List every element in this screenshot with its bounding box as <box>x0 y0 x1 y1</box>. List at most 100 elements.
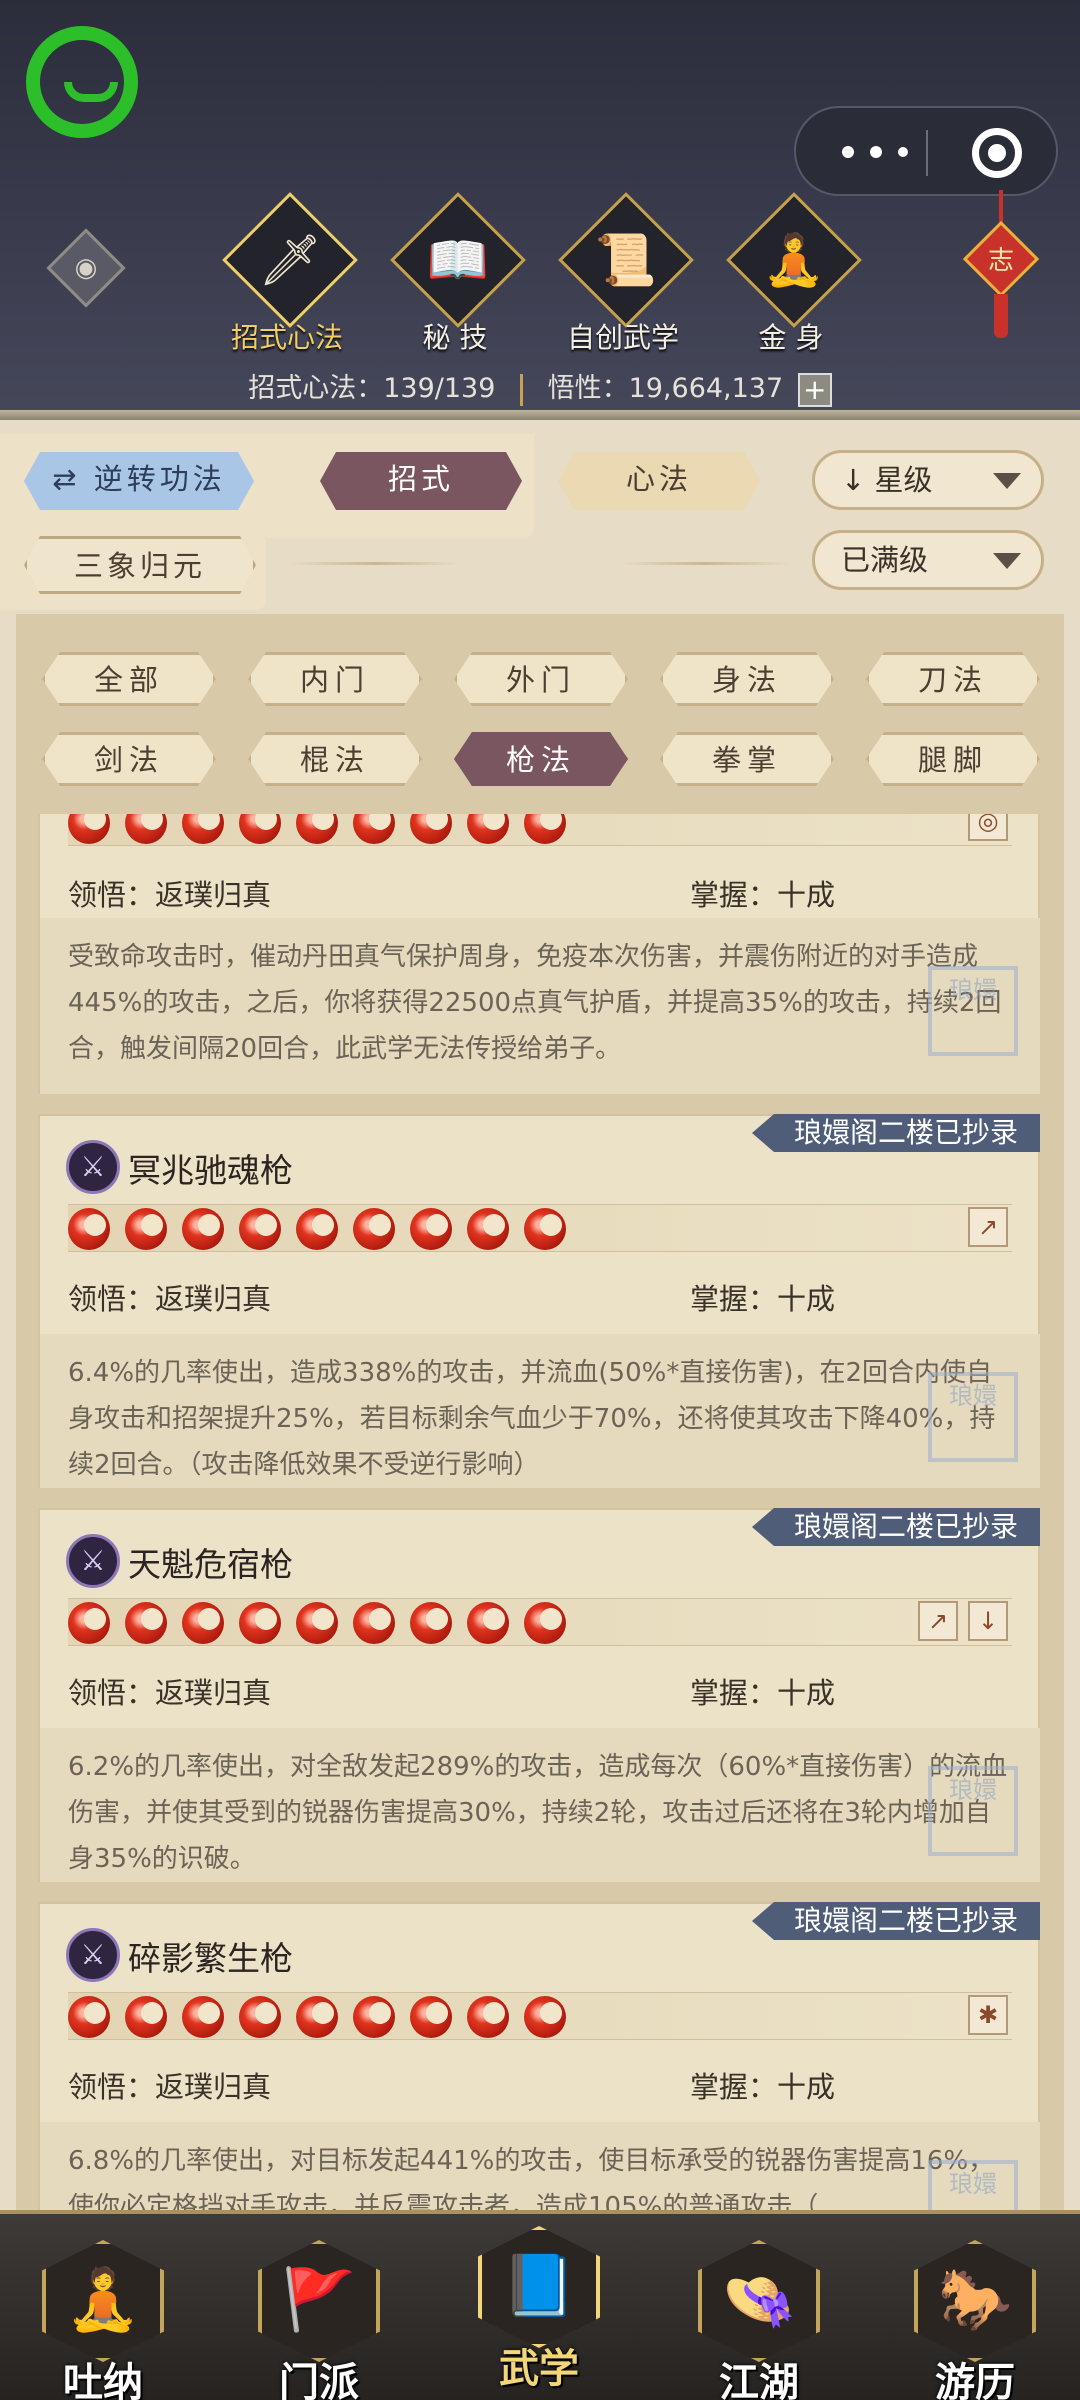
spear-type-icon: ↗ <box>918 1601 958 1641</box>
spear-skill-icon: ⚔ <box>66 1534 120 1588</box>
category-inner[interactable]: 内门 <box>248 652 422 706</box>
close-target-icon[interactable] <box>972 128 1022 178</box>
seal-stamp: 琅嬛 <box>928 966 1018 1056</box>
nav-label: 江湖 <box>719 2359 799 2400</box>
swap-icon: ⇄ <box>52 462 94 496</box>
sword-type-icon: ↓ <box>968 1601 1008 1641</box>
skill-card[interactable]: ◎ 领悟：返璞归真 掌握：十成 受致命攻击时，催动丹田真气保护周身，免疫本次伤害… <box>38 814 1040 1094</box>
star-rating: ↗ <box>68 1204 1012 1252</box>
nav-sect[interactable]: 🚩 门派 <box>254 2230 384 2400</box>
seal-stamp: 琅嬛 <box>928 2160 1018 2210</box>
category-sword[interactable]: 剑法 <box>42 732 216 786</box>
nav-label: 武学 <box>499 2345 579 2392</box>
skill-name: 天魁危宿枪 <box>128 1545 293 1584</box>
category-outer[interactable]: 外门 <box>454 652 628 706</box>
skill-card[interactable]: 琅嬛阁二楼已抄录 ⚔ 冥兆驰魂枪 ↗ 领悟：返璞归真 掌握：十成 6.4%的几率… <box>38 1114 1040 1488</box>
copied-badge: 琅嬛阁二楼已抄录 <box>751 1902 1040 1940</box>
seal-stamp: 琅嬛 <box>928 1766 1018 1856</box>
sort-down-icon: ↓ <box>841 463 866 497</box>
nav-martial-arts[interactable]: 📘 武学 <box>474 2216 604 2392</box>
skill-description: 6.2%的几率使出，对全敌发起289%的攻击，造成每次（60%*直接伤害）的流血… <box>40 1728 1040 1882</box>
book-icon: 📘 <box>501 2251 577 2321</box>
header: ◉ 🗡 招式心法 📖 秘 技 📜 自创武学 🧘 金 身 志 招式心法：139/1… <box>0 0 1080 420</box>
chevron-down-icon <box>993 473 1021 489</box>
insight-value: 悟性：19,664,137 <box>547 373 784 404</box>
mastery-label: 掌握：十成 <box>690 878 836 912</box>
sort-dropdown[interactable]: ↓ 星级 <box>812 450 1044 510</box>
knot-charm[interactable]: 志 <box>962 190 1040 340</box>
chat-logo-icon[interactable] <box>26 26 138 138</box>
spear-skill-icon: ⚔ <box>66 1928 120 1982</box>
category-movement[interactable]: 身法 <box>660 652 834 706</box>
banner-icon: 🚩 <box>281 2265 357 2335</box>
tab-label: 自创武学 <box>566 321 679 354</box>
eye-icon: ◉ <box>74 253 98 283</box>
comprehension-label: 领悟：返璞归真 <box>68 878 272 912</box>
charm-text: 志 <box>987 246 1014 276</box>
decorative-line <box>620 562 790 565</box>
eye-toggle-button[interactable]: ◉ <box>46 228 126 308</box>
skill-card[interactable]: 琅嬛阁二楼已抄录 ⚔ 天魁危宿枪 ↗ ↓ 领悟：返璞归真 掌握：十成 6.2%的… <box>38 1508 1040 1882</box>
skill-name: 冥兆驰魂枪 <box>128 1151 293 1190</box>
category-staff[interactable]: 棍法 <box>248 732 422 786</box>
mind-filter-button[interactable]: 心法 <box>558 452 760 510</box>
mini-program-capsule <box>794 106 1058 196</box>
meditation-icon: 🧘 <box>762 231 826 289</box>
reverse-skill-button[interactable]: ⇄ 逆转功法 <box>24 452 254 510</box>
category-tabs: 全部 内门 外门 身法 刀法 剑法 棍法 枪法 拳掌 腿脚 <box>16 614 1064 814</box>
skill-card[interactable]: 琅嬛阁二楼已抄录 ⚔ 碎影繁生枪 ✱ 领悟：返璞归真 掌握：十成 6.8%的几率… <box>38 1902 1040 2210</box>
tab-label: 招式心法 <box>230 321 343 354</box>
category-all[interactable]: 全部 <box>42 652 216 706</box>
tab-golden-body[interactable]: 🧘 金 身 <box>726 192 862 356</box>
category-blade[interactable]: 刀法 <box>866 652 1040 706</box>
category-fist[interactable]: 拳掌 <box>660 732 834 786</box>
nav-breathing[interactable]: 🧘 吐纳 <box>38 2230 168 2400</box>
weapon-type-icon: ◎ <box>968 814 1008 841</box>
monk-icon: 🧘 <box>65 2265 141 2335</box>
mastery-label: 掌握：十成 <box>690 1282 836 1316</box>
category-spear[interactable]: 枪法 <box>454 732 628 786</box>
more-icon[interactable] <box>832 136 922 166</box>
tab-label: 金 身 <box>758 321 824 354</box>
spear-type-icon: ↗ <box>968 1207 1008 1247</box>
skill-description: 6.4%的几率使出，造成338%的攻击，并流血(50%*直接伤害)，在2回合内使… <box>40 1334 1040 1488</box>
comprehension-label: 领悟：返璞归真 <box>68 1676 272 1710</box>
skill-type-icon: ✱ <box>968 1995 1008 2035</box>
decorative-line <box>290 562 460 565</box>
mastery-label: 掌握：十成 <box>690 2070 836 2104</box>
star-rating: ◎ <box>68 814 1012 846</box>
nav-label: 吐纳 <box>63 2359 143 2400</box>
nav-jianghu[interactable]: 👒 江湖 <box>694 2230 824 2400</box>
seal-stamp: 琅嬛 <box>928 1372 1018 1462</box>
nav-travel[interactable]: 🐎 游历 <box>910 2230 1040 2400</box>
horse-icon: 🐎 <box>937 2265 1013 2335</box>
add-insight-button[interactable]: + <box>797 372 832 407</box>
straw-hat-icon: 👒 <box>721 2265 797 2335</box>
nav-label: 门派 <box>279 2359 359 2400</box>
stats-bar: 招式心法：139/139 悟性：19,664,137 + <box>0 366 1080 407</box>
level-dropdown[interactable]: 已满级 <box>812 530 1044 590</box>
skill-name: 碎影繁生枪 <box>128 1939 293 1978</box>
skill-description: 受致命攻击时，催动丹田真气保护周身，免疫本次伤害，并震伤附近的对手造成445%的… <box>40 918 1040 1094</box>
skill-info-row: 领悟：返璞归真 掌握：十成 <box>68 1276 1012 1318</box>
chevron-down-icon <box>993 553 1021 569</box>
book-icon: 📖 <box>426 231 490 289</box>
tab-secret-skills[interactable]: 📖 秘 技 <box>390 192 526 356</box>
nav-label: 游历 <box>935 2359 1015 2400</box>
moves-filter-button[interactable]: 招式 <box>320 452 522 510</box>
moves-count: 招式心法：139/139 <box>248 373 496 404</box>
capsule-divider <box>926 130 928 176</box>
skill-description: 6.8%的几率使出，对目标发起441%的攻击，使目标承受的锐器伤害提高16%，使… <box>40 2122 1040 2210</box>
skill-list[interactable]: ◎ 领悟：返璞归真 掌握：十成 受致命攻击时，催动丹田真气保护周身，免疫本次伤害… <box>16 814 1064 2210</box>
spear-skill-icon: ⚔ <box>66 1140 120 1194</box>
category-leg[interactable]: 腿脚 <box>866 732 1040 786</box>
comprehension-label: 领悟：返璞归真 <box>68 2070 272 2104</box>
scroll-icon: 📜 <box>594 231 658 289</box>
tab-self-created[interactable]: 📜 自创武学 <box>558 192 694 356</box>
comprehension-label: 领悟：返璞归真 <box>68 1282 272 1316</box>
star-rating: ✱ <box>68 1992 1012 2040</box>
copied-badge: 琅嬛阁二楼已抄录 <box>751 1508 1040 1546</box>
sanxiang-button[interactable]: 三象归元 <box>24 536 256 594</box>
tab-moves[interactable]: 🗡 招式心法 <box>222 192 358 356</box>
mastery-label: 掌握：十成 <box>690 1676 836 1710</box>
